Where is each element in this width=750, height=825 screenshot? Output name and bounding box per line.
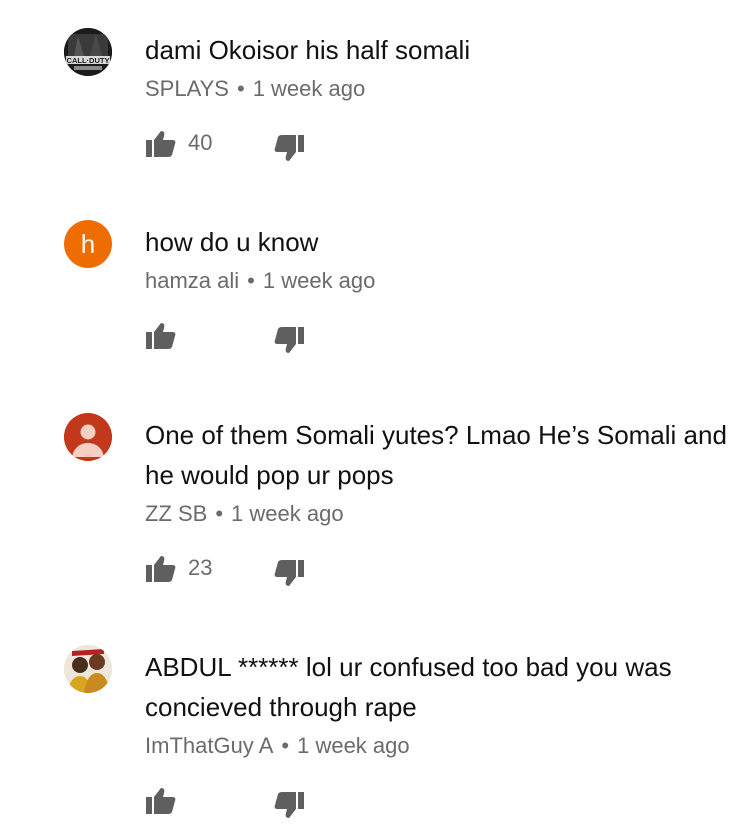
comment-text: One of them Somali yutes? Lmao He’s Soma… <box>145 420 727 490</box>
like-count: 23 <box>188 555 213 580</box>
comment-body: ABDUL ****** lol ur confused too bad you… <box>145 647 730 825</box>
thumbs-up-icon[interactable] <box>145 785 177 817</box>
avatar-logo-text: CALL·DUTY <box>67 56 110 65</box>
avatar-letter: h <box>80 229 96 259</box>
comment-time: 1 week ago <box>262 268 376 293</box>
comment-meta: SPLAYS • 1 week ago <box>145 76 730 102</box>
thumbs-up-icon[interactable] <box>145 320 177 352</box>
comment-body: dami Okoisor his half somali SPLAYS • 1 we… <box>145 30 730 168</box>
like-count: 40 <box>188 130 213 155</box>
comment-text: ABDUL ****** lol ur confused too bad you… <box>145 652 672 722</box>
comment-body: One of them Somali yutes? Lmao He’s Soma… <box>145 415 730 593</box>
comment-meta: ImThatGuy A • 1 week ago <box>145 733 730 759</box>
comment-meta: ZZ SB • 1 week ago <box>145 501 730 527</box>
comment-author[interactable]: hamza ali <box>145 268 239 293</box>
comment-actions: 40 <box>145 128 730 168</box>
comment-author[interactable]: ImThatGuy A <box>145 733 273 758</box>
thumbs-up-icon[interactable] <box>145 128 177 160</box>
thumbs-down-icon[interactable] <box>273 132 305 164</box>
default-user-avatar-icon[interactable] <box>64 413 112 461</box>
separator-dot: • <box>281 733 290 758</box>
thumbs-up-icon[interactable] <box>145 553 177 585</box>
comment-body: how do u know hamza ali • 1 week ago <box>145 222 730 360</box>
photo-avatar-icon[interactable] <box>64 645 112 693</box>
call-of-duty-avatar-icon[interactable]: CALL·DUTY <box>64 28 112 76</box>
thumbs-down-icon[interactable] <box>273 789 305 821</box>
comment-text: dami Okoisor his half somali <box>145 35 471 65</box>
separator-dot: • <box>236 76 245 101</box>
comment-text: how do u know <box>145 227 319 257</box>
letter-avatar-icon[interactable]: h <box>64 220 112 268</box>
comment-meta: hamza ali • 1 week ago <box>145 268 730 294</box>
comment-actions <box>145 320 730 360</box>
separator-dot: • <box>215 501 224 526</box>
comment-time: 1 week ago <box>252 76 366 101</box>
comment-author[interactable]: ZZ SB <box>145 501 207 526</box>
comment-time: 1 week ago <box>231 501 344 526</box>
comment-time: 1 week ago <box>297 733 410 758</box>
comment-author[interactable]: SPLAYS <box>145 76 229 101</box>
separator-dot: • <box>247 268 255 293</box>
thumbs-down-icon[interactable] <box>273 557 305 589</box>
comment-actions <box>145 785 730 825</box>
comment-actions: 23 <box>145 553 730 593</box>
thumbs-down-icon[interactable] <box>273 324 305 356</box>
